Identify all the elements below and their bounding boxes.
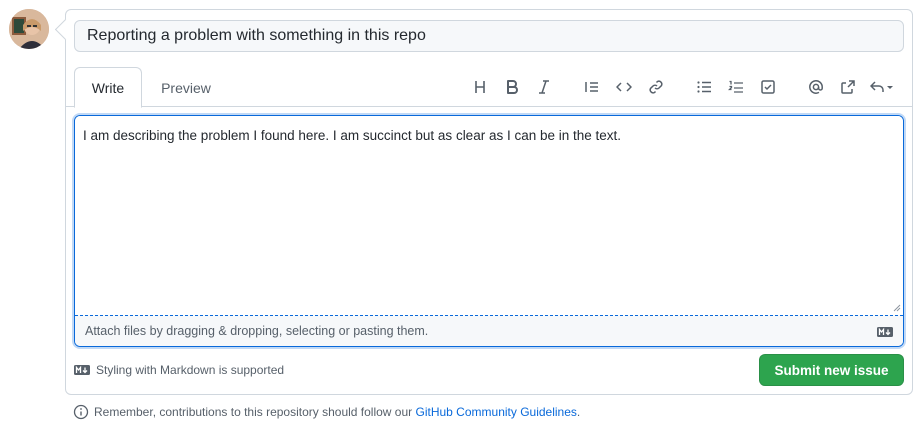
guidelines-prefix: Remember, contributions to this reposito… [94, 405, 416, 419]
attach-files-label: Attach files by dragging & dropping, sel… [85, 324, 429, 338]
quote-icon[interactable] [580, 75, 604, 99]
community-guidelines-link[interactable]: GitHub Community Guidelines [416, 405, 577, 419]
markdown-icon [877, 326, 893, 340]
reference-icon[interactable] [836, 75, 860, 99]
heading-icon[interactable] [468, 75, 492, 99]
submit-new-issue-button[interactable]: Submit new issue [759, 354, 904, 386]
info-icon [73, 404, 89, 420]
resize-grip-icon[interactable] [891, 302, 901, 312]
saved-replies-icon[interactable] [866, 75, 898, 99]
ordered-list-icon[interactable] [724, 75, 748, 99]
issue-title-input[interactable] [74, 20, 904, 52]
mention-icon[interactable] [804, 75, 828, 99]
contribution-guidelines-note: Remember, contributions to this reposito… [73, 404, 580, 420]
link-icon[interactable] [644, 75, 668, 99]
italic-icon[interactable] [532, 75, 556, 99]
attach-files-area[interactable]: Attach files by dragging & dropping, sel… [75, 315, 903, 346]
code-icon[interactable] [612, 75, 636, 99]
markdown-note-text: Styling with Markdown is supported [96, 363, 285, 377]
comment-editor: I am describing the problem I found here… [74, 115, 904, 347]
bold-icon[interactable] [500, 75, 524, 99]
unordered-list-icon[interactable] [692, 75, 716, 99]
markdown-toolbar [66, 67, 912, 107]
task-list-icon[interactable] [756, 75, 780, 99]
avatar[interactable] [9, 9, 49, 49]
editor-tabbar: Write Preview [66, 67, 912, 108]
comment-textarea[interactable]: I am describing the problem I found here… [75, 116, 903, 315]
new-issue-form: Write Preview [65, 9, 913, 395]
markdown-icon [74, 365, 90, 375]
markdown-support-note[interactable]: Styling with Markdown is supported [74, 363, 284, 377]
guidelines-suffix: . [576, 405, 581, 419]
